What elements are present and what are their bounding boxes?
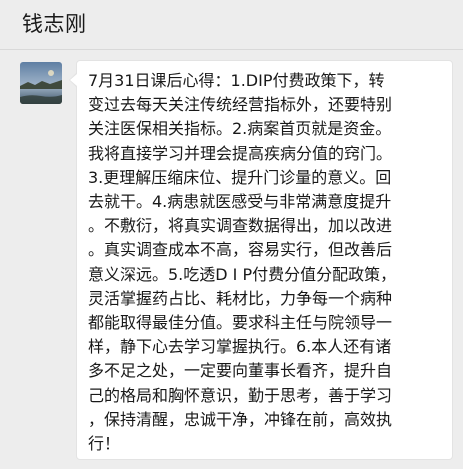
message-text: 7月31日课后心得：1.DIP付费政策下，转 变过去每天关注传统经营指标外，还要… bbox=[88, 71, 397, 454]
chat-header: 钱志刚 bbox=[0, 0, 463, 50]
avatar[interactable] bbox=[20, 62, 62, 104]
landscape-avatar-icon bbox=[20, 62, 62, 104]
chat-screen: 钱志刚 7月31日课后心得：1.DIP付费政策下，转 变过去每天关注传统经营指标… bbox=[0, 0, 463, 469]
bubble-tail bbox=[70, 74, 77, 86]
message-bubble[interactable]: 7月31日课后心得：1.DIP付费政策下，转 变过去每天关注传统经营指标外，还要… bbox=[76, 60, 453, 460]
chat-title: 钱志刚 bbox=[22, 12, 87, 36]
